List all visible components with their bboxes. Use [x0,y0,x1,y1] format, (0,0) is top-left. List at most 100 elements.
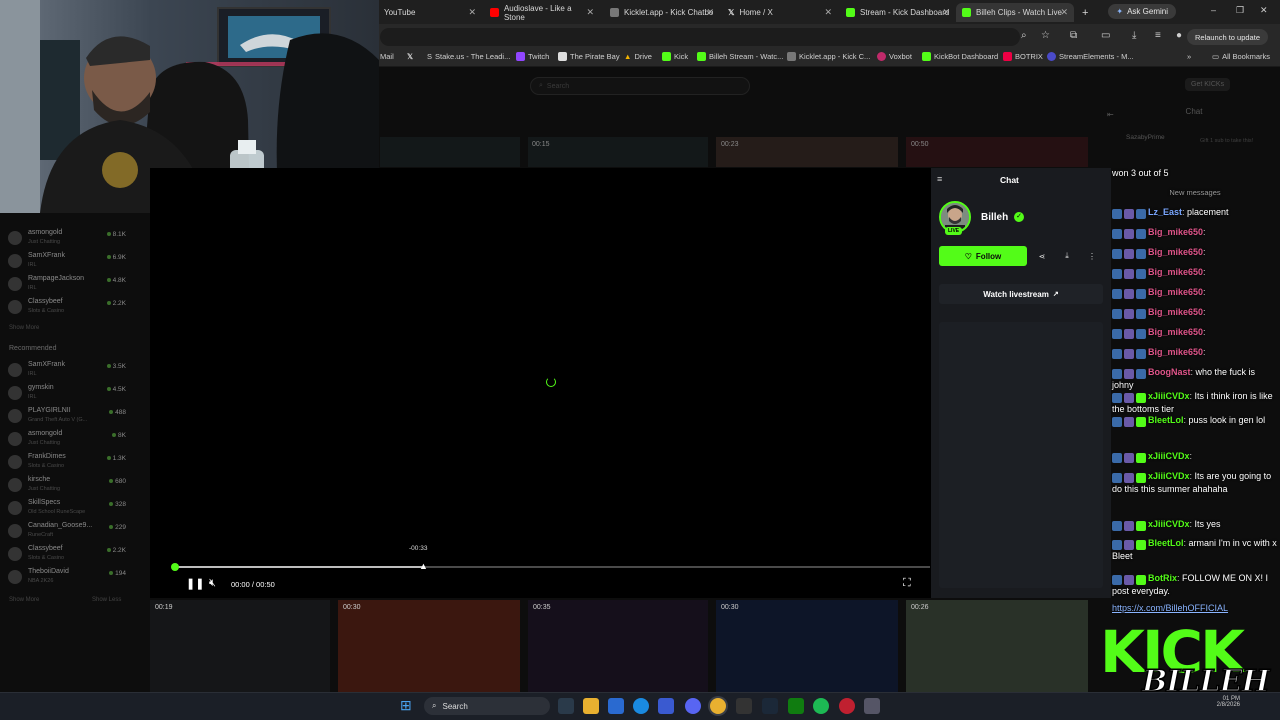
sidebar-channel[interactable]: PLAYGIRLNII Grand Theft Auto V (G... 488 [8,406,128,428]
site-search-input[interactable]: ⌕ Search [530,77,750,95]
extensions-icon[interactable]: ⧉ [1070,30,1077,41]
discord-icon[interactable] [685,698,701,714]
sidebar-channel[interactable]: Classybeef Slots & Casino 2.2K [8,544,128,566]
settings-icon[interactable] [864,698,880,714]
bookmark-piratebay[interactable]: The Pirate Bay [558,52,620,61]
show-more-link[interactable]: Show More [9,597,39,603]
muted-speaker-icon[interactable]: 🔇︎ [209,577,216,590]
chrome-icon[interactable] [710,698,726,714]
spotify-icon[interactable] [813,698,829,714]
clip-thumbnail[interactable] [338,600,520,692]
obs-icon[interactable] [839,698,855,714]
maximize-icon[interactable]: ❐ [1236,5,1244,16]
clip-thumbnail[interactable] [906,137,1088,167]
chat-username[interactable]: BleetLol [1148,538,1184,548]
more-options-button[interactable]: ⋮ [1082,246,1102,266]
terminal-icon[interactable] [736,698,752,714]
sidebar-channel[interactable]: SamXFrank IRL 6.9K [8,251,128,273]
sidebar-channel[interactable]: SkillSpecs Old School RuneScape 328 [8,498,128,520]
chat-username[interactable]: Big_mike650 [1148,227,1203,237]
download-button[interactable]: ⤓ [1057,246,1077,266]
tab-kicklet[interactable]: Kicklet.app - Kick Chatbo ✕ [604,3,720,22]
minimize-icon[interactable]: – [1211,5,1216,15]
bookmark-mail[interactable]: Mail [380,52,394,61]
clip-thumbnail[interactable] [528,137,708,167]
share-button[interactable]: ⋖ [1032,246,1052,266]
cast-icon[interactable]: ▭ [1101,30,1110,41]
bookmark-drive[interactable]: ▲ Drive [624,52,652,61]
sidebar-channel[interactable]: FrankDimes Slots & Casino 1.3K [8,452,128,474]
sidebar-channel[interactable]: gymskin IRL 4.5K [8,383,128,405]
close-tab-icon[interactable]: ✕ [586,7,594,18]
media-icon[interactable]: ≡ [1155,30,1161,41]
file-explorer-icon[interactable] [583,698,599,714]
taskbar-search[interactable]: ⌕ Search [424,697,550,715]
chat-username[interactable]: xJiiiCVDx [1148,451,1190,461]
bookmark-x[interactable]: 𝕏 [407,52,413,61]
chat-username[interactable]: Big_mike650 [1148,347,1203,357]
sidebar-channel[interactable]: RampageJackson IRL 4.8K [8,274,128,296]
watch-livestream-button[interactable]: Watch livestream ↗ [939,284,1103,304]
bookmarks-overflow-icon[interactable]: » [1187,52,1191,61]
profile-icon[interactable]: ● [1176,30,1182,41]
chat-username[interactable]: BoogNast [1148,367,1191,377]
close-tab-icon[interactable]: ✕ [824,7,832,18]
relaunch-button[interactable]: Relaunch to update [1186,29,1268,45]
xbox-icon[interactable] [788,698,804,714]
chat-link[interactable]: https://x.com/BillehOFFICIAL [1112,602,1278,614]
windows-start-icon[interactable]: ⊞ [400,697,412,714]
address-bar[interactable] [380,28,1020,46]
sidebar-channel[interactable]: Canadian_Goose9... RuneCraft 229 [8,521,128,543]
sidebar-channel[interactable]: Classybeef Slots & Casino 2.2K [8,297,128,319]
sidebar-channel[interactable]: asmongold Just Chatting 8K [8,429,128,451]
chat-username[interactable]: Big_mike650 [1148,287,1203,297]
clip-thumbnail[interactable] [716,137,898,167]
ask-gemini-button[interactable]: ✦ Ask Gemini [1108,4,1176,19]
tab-audioslave[interactable]: Audioslave - Like a Stone ✕ [484,3,600,22]
clip-thumbnail[interactable] [906,600,1088,692]
bookmark-twitch[interactable]: Twitch [516,52,549,61]
chat-username[interactable]: Lz_East [1148,207,1182,217]
follow-button[interactable]: ♡ Follow [939,246,1027,266]
chat-username[interactable]: xJiiiCVDx [1148,519,1190,529]
search-icon[interactable]: ⌕ [1021,30,1027,41]
clip-thumbnail[interactable] [716,600,898,692]
sidebar-channel[interactable]: TheboiiDavid NBA 2K26 194 [8,567,128,589]
chat-username[interactable]: BleetLol [1148,415,1184,425]
show-less-link[interactable]: Show Less [92,597,121,603]
video-player[interactable] [150,168,931,598]
all-bookmarks[interactable]: ▭ All Bookmarks [1212,52,1270,61]
clip-thumbnail[interactable] [380,137,520,167]
chat-username[interactable]: Big_mike650 [1148,247,1203,257]
bookmark-kickbot[interactable]: KickBot Dashboard [922,52,998,61]
edge-icon[interactable] [633,698,649,714]
seek-handle[interactable] [171,563,179,571]
chat-username[interactable]: Big_mike650 [1148,267,1203,277]
bookmark-botrix[interactable]: BOTRIX [1003,52,1043,61]
new-tab-button[interactable]: + [1076,3,1092,22]
sidebar-channel[interactable]: kirsche Just Chatting 680 [8,475,128,497]
chat-username[interactable]: xJiiiCVDx [1148,471,1190,481]
download-icon[interactable]: ⤓ [1132,30,1136,41]
chat-username[interactable]: BotRix [1148,573,1177,583]
pause-button[interactable]: ❚❚ [186,577,204,590]
outlook-icon[interactable] [658,698,674,714]
sidebar-channel[interactable]: asmongold Just Chatting 8.1K [8,228,128,250]
close-tab-icon[interactable]: ✕ [1060,7,1068,18]
get-kicks-button[interactable]: Get KICKs [1185,78,1231,91]
close-tab-icon[interactable]: ✕ [706,7,714,18]
show-more-link[interactable]: Show More [9,325,39,331]
close-tab-icon[interactable]: ✕ [942,7,950,18]
tab-billeh-clips[interactable]: Billeh Clips - Watch Live ✕ [956,3,1074,22]
clip-thumbnail[interactable] [528,600,708,692]
close-window-icon[interactable]: ✕ [1260,5,1268,16]
store-icon[interactable] [608,698,624,714]
tab-x-home[interactable]: 𝕏 Home / X ✕ [722,3,838,22]
bookmark-streamelements[interactable]: StreamElements - M... [1047,52,1134,61]
bookmark-stake[interactable]: S Stake.us - The Leadi... [427,52,510,61]
tab-kick-dashboard[interactable]: Stream - Kick Dashboard ✕ [840,3,956,22]
bookmark-kick[interactable]: Kick [662,52,688,61]
fullscreen-button[interactable]: ⛶ [903,577,911,590]
chat-username[interactable]: Big_mike650 [1148,307,1203,317]
task-view-icon[interactable] [558,698,574,714]
